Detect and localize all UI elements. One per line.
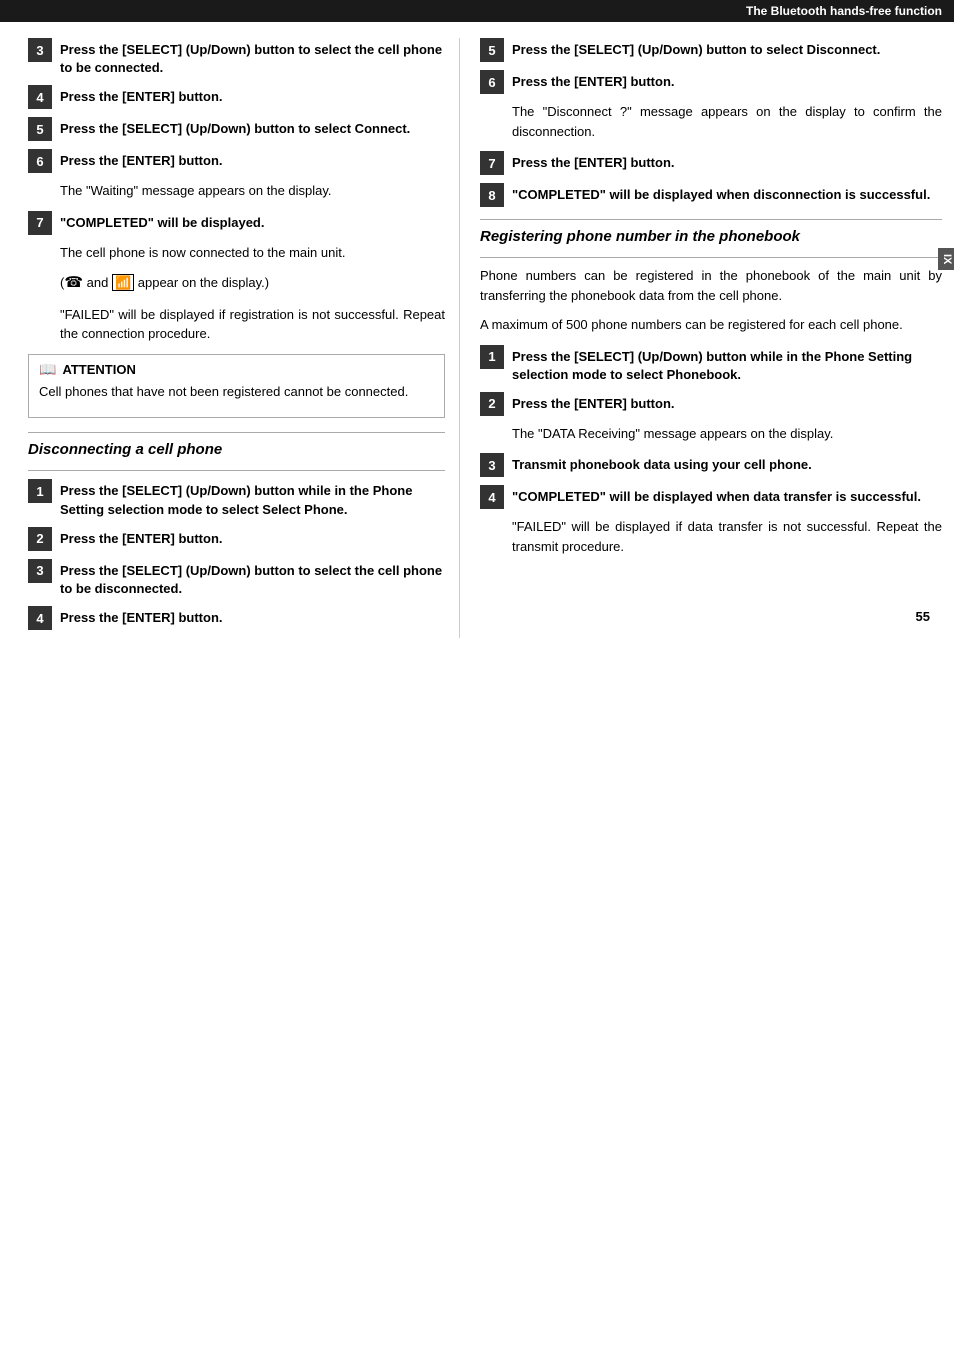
right-disconnect-step-5-text: Press the [SELECT] (Up/Down) button to s… [512,38,880,59]
phonebook-step-number-4: 4 [480,485,504,509]
body-failed: "FAILED" will be displayed if registrati… [60,305,445,344]
section-divider-phonebook-bottom [480,257,942,258]
page-number: 55 [916,609,930,624]
attention-box: 📖 ATTENTION Cell phones that have not be… [28,354,445,419]
right-disconnect-step-number-6: 6 [480,70,504,94]
phonebook-step-3: 3 Transmit phonebook data using your cel… [480,453,942,477]
phonebook-step-1-text: Press the [SELECT] (Up/Down) button whil… [512,345,942,384]
right-disconnect-step-6-text: Press the [ENTER] button. [512,70,675,91]
right-disconnect-step-5: 5 Press the [SELECT] (Up/Down) button to… [480,38,942,62]
step-7-text: "COMPLETED" will be displayed. [60,211,264,232]
attention-text: Cell phones that have not been registere… [39,382,434,402]
step-3-text: Press the [SELECT] (Up/Down) button to s… [60,38,445,77]
phonebook-step-3-text: Transmit phonebook data using your cell … [512,453,812,474]
body-waiting: The "Waiting" message appears on the dis… [60,181,445,201]
body-icons: (☎ and 📶 appear on the display.) [60,272,445,295]
disconnect-step-2: 2 Press the [ENTER] button. [28,527,445,551]
body-connected: The cell phone is now connected to the m… [60,243,445,263]
step-4-text: Press the [ENTER] button. [60,85,223,106]
right-disconnect-step-number-8: 8 [480,183,504,207]
disconnect-step-number-4: 4 [28,606,52,630]
phonebook-step-1: 1 Press the [SELECT] (Up/Down) button wh… [480,345,942,384]
step-5: 5 Press the [SELECT] (Up/Down) button to… [28,117,445,141]
step-3: 3 Press the [SELECT] (Up/Down) button to… [28,38,445,77]
step-number-7: 7 [28,211,52,235]
section-divider-phonebook [480,219,942,220]
disconnect-step-number-1: 1 [28,479,52,503]
step-5-text: Press the [SELECT] (Up/Down) button to s… [60,117,410,138]
attention-header: 📖 ATTENTION [39,361,434,378]
disconnect-step-number-2: 2 [28,527,52,551]
right-disconnect-step-6: 6 Press the [ENTER] button. [480,70,942,94]
step-6-text: Press the [ENTER] button. [60,149,223,170]
step-7: 7 "COMPLETED" will be displayed. [28,211,445,235]
disconnect-step-3-text: Press the [SELECT] (Up/Down) button to s… [60,559,445,598]
disconnect-step-2-text: Press the [ENTER] button. [60,527,223,548]
section-divider-disconnect-bottom [28,470,445,471]
body-disconnect-msg: The "Disconnect ?" message appears on th… [512,102,942,141]
disconnect-step-1-text: Press the [SELECT] (Up/Down) button whil… [60,479,445,518]
phonebook-step-number-3: 3 [480,453,504,477]
section-title-disconnect: Disconnecting a cell phone [28,441,445,458]
phonebook-step-4-text: "COMPLETED" will be displayed when data … [512,485,921,506]
right-disconnect-step-7-text: Press the [ENTER] button. [512,151,675,172]
step-6: 6 Press the [ENTER] button. [28,149,445,173]
phonebook-step-number-1: 1 [480,345,504,369]
body-data-receiving: The "DATA Receiving" message appears on … [512,424,942,444]
right-disconnect-step-number-5: 5 [480,38,504,62]
phonebook-step-2: 2 Press the [ENTER] button. [480,392,942,416]
right-disconnect-step-8: 8 "COMPLETED" will be displayed when dis… [480,183,942,207]
right-disconnect-step-8-text: "COMPLETED" will be displayed when disco… [512,183,930,204]
disconnect-step-4-text: Press the [ENTER] button. [60,606,223,627]
header-title: The Bluetooth hands-free function [746,4,942,18]
step-number-6: 6 [28,149,52,173]
phonebook-step-2-text: Press the [ENTER] button. [512,392,675,413]
section-divider-disconnect [28,432,445,433]
attention-title: ATTENTION [62,362,135,377]
body-phonebook-2: A maximum of 500 phone numbers can be re… [480,315,942,335]
right-disconnect-step-number-7: 7 [480,151,504,175]
section-title-phonebook: Registering phone number in the phoneboo… [480,228,942,245]
attention-icon: 📖 [39,361,56,378]
page-header: The Bluetooth hands-free function [0,0,954,22]
left-column: 3 Press the [SELECT] (Up/Down) button to… [0,38,460,638]
disconnect-step-4: 4 Press the [ENTER] button. [28,606,445,630]
disconnect-step-3: 3 Press the [SELECT] (Up/Down) button to… [28,559,445,598]
body-phonebook-1: Phone numbers can be registered in the p… [480,266,942,305]
side-tab-ix: IX [938,248,954,270]
step-number-4: 4 [28,85,52,109]
phonebook-step-4: 4 "COMPLETED" will be displayed when dat… [480,485,942,509]
disconnect-step-1: 1 Press the [SELECT] (Up/Down) button wh… [28,479,445,518]
body-phonebook-failed: "FAILED" will be displayed if data trans… [512,517,942,556]
phonebook-step-number-2: 2 [480,392,504,416]
step-number-3: 3 [28,38,52,62]
step-4: 4 Press the [ENTER] button. [28,85,445,109]
right-disconnect-step-7: 7 Press the [ENTER] button. [480,151,942,175]
step-number-5: 5 [28,117,52,141]
right-column: IX 5 Press the [SELECT] (Up/Down) button… [460,38,954,638]
disconnect-step-number-3: 3 [28,559,52,583]
